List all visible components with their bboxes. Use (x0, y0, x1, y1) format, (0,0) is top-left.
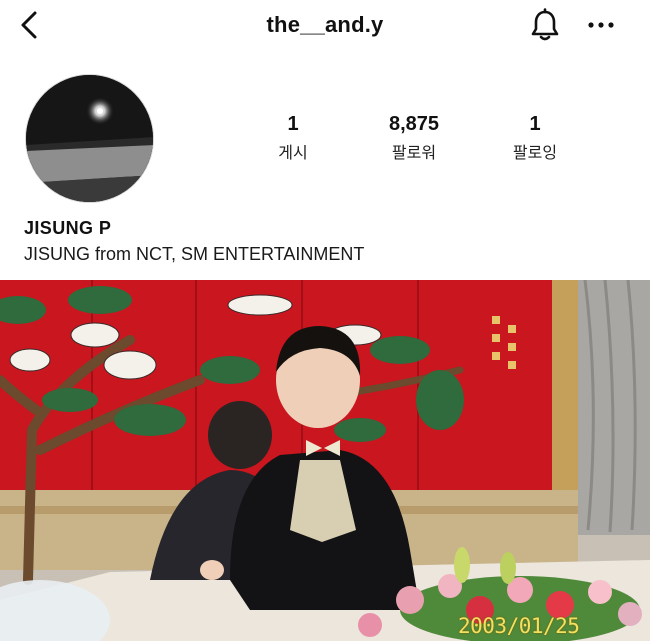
posts-label: 게시 (278, 143, 308, 162)
stat-posts[interactable]: 1 게시 (238, 112, 348, 163)
post-photo[interactable] (0, 280, 650, 641)
post-image (0, 280, 650, 641)
profile-bio: JISUNG from NCT, SM ENTERTAINMENT (24, 244, 365, 264)
posts-count: 1 (287, 113, 299, 135)
following-count: 1 (529, 113, 541, 135)
notifications-button[interactable] (526, 6, 564, 44)
top-bar: the__and.y (0, 0, 650, 50)
followers-count: 8,875 (388, 113, 440, 135)
profile-avatar[interactable] (25, 74, 154, 203)
following-label: 팔로잉 (512, 143, 558, 162)
bell-icon (531, 8, 559, 41)
photo-date-stamp: 2003/01/25 (458, 614, 580, 638)
stat-following[interactable]: 1 팔로잉 (480, 112, 590, 163)
stat-followers[interactable]: 8,875 팔로워 (359, 112, 469, 163)
more-horizontal-icon (588, 22, 614, 28)
followers-label: 팔로워 (391, 143, 437, 162)
more-options-button[interactable] (582, 8, 620, 42)
profile-display-name: JISUNG P (24, 218, 112, 238)
avatar-image (26, 75, 153, 202)
